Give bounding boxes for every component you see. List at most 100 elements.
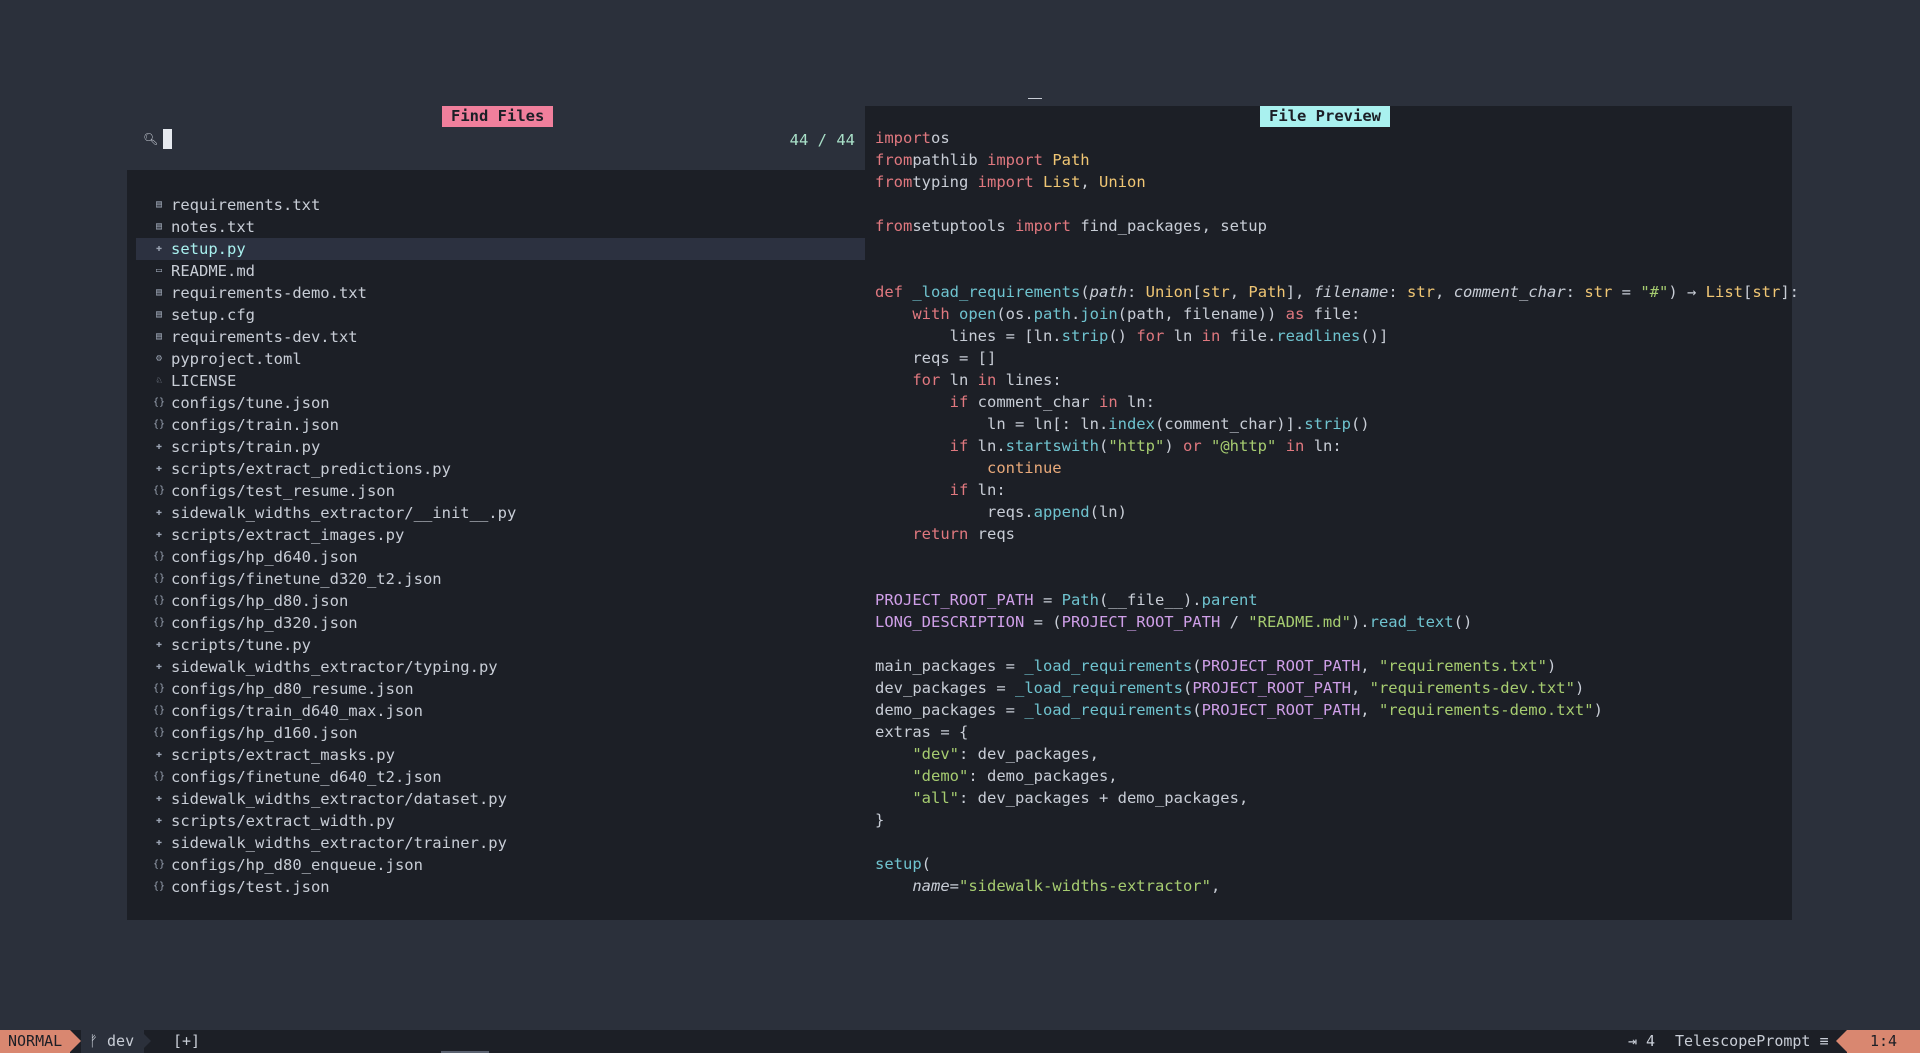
code-token: _load_requirements [1024,701,1193,719]
markdown-icon: ▭ [155,265,163,276]
result-item[interactable]: ✚ scripts/extract_predictions.py [136,458,865,480]
result-item[interactable]: ✚ sidewalk_widths_extractor/dataset.py [136,788,865,810]
result-item[interactable]: {} configs/test_resume.json [136,480,865,502]
code-line: ln = ln[: ln.index(comment_char)].strip(… [875,413,1799,435]
code-token: str [1201,283,1230,301]
result-filename: notes.txt [171,218,255,236]
code-token: import [986,151,1043,169]
code-token: , [1435,283,1454,301]
code-token: ], [1285,283,1314,301]
telescope-picker: Find Files 🔍︎ 44 / 44 ▤ requirements.txt ▤… [127,106,1799,920]
code-token: or [1183,437,1202,455]
result-item[interactable]: ♘ LICENSE [136,370,865,392]
code-token: (__file__). [1098,591,1202,609]
result-item[interactable]: ✚ scripts/extract_images.py [136,524,865,546]
result-item[interactable]: ⚙ pyproject.toml [136,348,865,370]
code-token: reqs [968,525,1015,543]
result-item[interactable]: {} configs/train_d640_max.json [136,700,865,722]
code-line: "all": dev_packages + demo_packages, [875,787,1799,809]
result-item[interactable]: {} configs/hp_d320.json [136,612,865,634]
result-item[interactable]: {} configs/finetune_d640_t2.json [136,766,865,788]
preview-pane: File Preview importos frompathlib import … [865,106,1799,920]
result-item[interactable]: {} configs/hp_d640.json [136,546,865,568]
code-line: continue [875,457,1799,479]
result-item[interactable]: {} configs/train.json [136,414,865,436]
result-item[interactable]: ▤ notes.txt [136,216,865,238]
result-item[interactable]: ▤ requirements.txt [136,194,865,216]
code-token: ln: [1304,437,1342,455]
result-item[interactable]: ▤ requirements-demo.txt [136,282,865,304]
code-token: import [1014,217,1071,235]
code-line: for ln in lines: [875,369,1799,391]
code-token: for [912,371,941,389]
code-line: PROJECT_ROOT_PATH = Path(__file__).paren… [875,589,1799,611]
code-token: () [1453,613,1473,631]
code-preview: importos frompathlib import Path fromtypin… [875,127,1799,897]
code-token: strip [1304,415,1351,433]
code-token: PROJECT_ROOT_PATH [875,591,1034,609]
json-icon: {} [153,573,166,584]
code-line: return reqs [875,523,1799,545]
code-token: typing [912,173,978,191]
result-item[interactable]: ✚ sidewalk_widths_extractor/trainer.py [136,832,865,854]
code-token: "@http" [1211,437,1277,455]
code-token: in [1098,393,1118,411]
code-token: pathlib [912,151,987,169]
result-item[interactable]: ▭ README.md [136,260,865,282]
result-item[interactable]: ✚ scripts/tune.py [136,634,865,656]
result-item[interactable]: ✚ scripts/train.py [136,436,865,458]
code-token: reqs = [] [875,349,997,367]
python-icon: ✚ [155,749,163,760]
result-filename: scripts/extract_masks.py [171,746,395,764]
code-token: ln [940,371,978,389]
code-token: path [1089,283,1127,301]
code-token: setup [875,855,922,873]
python-icon: ✚ [155,639,163,650]
result-filename: configs/train_d640_max.json [171,702,423,720]
result-item[interactable]: ✚ scripts/extract_width.py [136,810,865,832]
code-token: "all" [912,789,959,807]
code-token: [ [1192,283,1202,301]
result-item[interactable]: {} configs/hp_d80_enqueue.json [136,854,865,876]
code-token: (os. [996,305,1034,323]
code-token: _load_requirements [1014,679,1183,697]
python-icon: ✚ [155,837,163,848]
result-filename: LICENSE [171,372,237,390]
code-token: lines: [996,371,1062,389]
result-item[interactable]: ✚ sidewalk_widths_extractor/__init__.py [136,502,865,524]
code-token: : dev_packages, [959,745,1099,763]
result-filename: scripts/train.py [171,438,321,456]
code-token: as [1285,305,1305,323]
result-item[interactable]: ✚ sidewalk_widths_extractor/typing.py [136,656,865,678]
result-item[interactable]: {} configs/hp_d80_resume.json [136,678,865,700]
code-line: LONG_DESCRIPTION = (PROJECT_ROOT_PATH / … [875,611,1799,633]
results-list[interactable]: ▤ requirements.txt ▤ notes.txt ✚ setup.py ▭ REA… [136,194,865,898]
code-token: = [949,877,959,895]
result-item[interactable]: {} configs/test.json [136,876,865,898]
result-item[interactable]: {} configs/finetune_d320_t2.json [136,568,865,590]
code-token: , [1360,657,1379,675]
result-item[interactable]: ▤ requirements-dev.txt [136,326,865,348]
result-item[interactable]: ✚ setup.py [136,238,865,260]
indent-info: ⇥ 4 [1628,1032,1656,1050]
json-icon: {} [153,727,166,738]
result-item[interactable]: {} configs/tune.json [136,392,865,414]
code-token: str [1407,283,1436,301]
code-token: Union [1145,283,1193,301]
code-token: ) → [1668,283,1706,301]
python-icon: ✚ [155,815,163,826]
result-item[interactable]: {} configs/hp_d160.json [136,722,865,744]
search-input[interactable] [163,127,423,149]
result-item[interactable]: {} configs/hp_d80.json [136,590,865,612]
result-item[interactable]: ▤ setup.cfg [136,304,865,326]
text-file-icon: ▤ [155,199,163,210]
json-icon: {} [153,859,166,870]
code-token: dev_packages = [875,679,1015,697]
result-item[interactable]: ✚ scripts/extract_masks.py [136,744,865,766]
